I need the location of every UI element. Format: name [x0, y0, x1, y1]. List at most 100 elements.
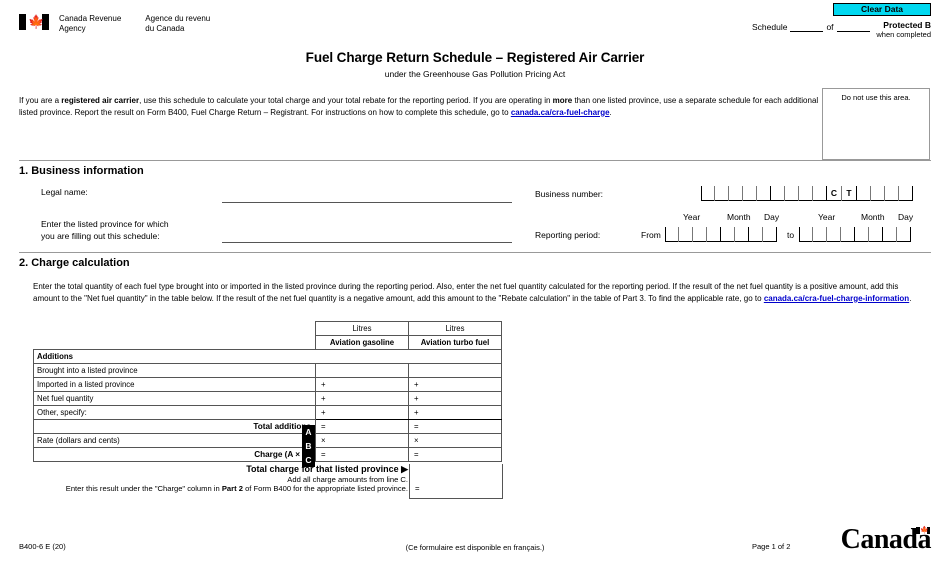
row-input-brought-into-gasoline[interactable]	[315, 363, 409, 378]
line-letter-b: B	[302, 439, 315, 453]
section-1-heading: 1. Business information	[19, 165, 144, 177]
total-charge-instruction: Enter this result under the "Charge" col…	[33, 484, 408, 493]
charge-turbo: =	[408, 447, 502, 462]
row-input-net-fuel-turbo[interactable]: +	[408, 391, 502, 406]
row-input-other-gasoline[interactable]: +	[315, 405, 409, 420]
from-day-label: Day	[764, 212, 780, 222]
rate-row: Rate (dollars and cents) × ×	[33, 433, 502, 448]
table-unit-header-row: Litres Litres	[34, 321, 502, 336]
to-year-label: Year	[818, 212, 836, 222]
intro-bold2: more	[552, 96, 573, 105]
table-column-header-row: Aviation gasoline Aviation turbo fuel	[34, 335, 502, 350]
cra-logo: 🍁 Canada Revenue Agency Agence du revenu…	[19, 14, 210, 33]
canada-wordmark-flag-icon: 🍁	[916, 526, 930, 534]
reporting-period-label: Reporting period:	[535, 230, 601, 240]
charge-row: Charge (A × B) = =	[33, 447, 502, 462]
section-2-instructions: Enter the total quantity of each fuel ty…	[33, 281, 913, 304]
total-charge-instruction-pre: Enter this result under the "Charge" col…	[65, 484, 222, 493]
total-charge-part2-bold: Part 2	[221, 484, 243, 493]
legal-name-label: Legal name:	[41, 187, 88, 197]
total-charge-label: Total charge for that listed province ▶	[246, 464, 408, 474]
protected-b-marker: Protected B when completed	[876, 20, 931, 39]
business-number-label: Business number:	[535, 189, 604, 199]
schedule-total-input[interactable]	[836, 22, 870, 32]
reporting-period-from-label: From	[641, 230, 661, 240]
protected-b-label: Protected B	[883, 20, 931, 30]
additions-section-row: Additions	[33, 349, 502, 364]
row-label-net-fuel-quantity: Net fuel quantity	[33, 391, 316, 406]
schedule-label: Schedule	[752, 22, 788, 32]
agency-name-en: Canada Revenue Agency	[59, 14, 122, 33]
from-month-label: Month	[727, 212, 751, 222]
province-input[interactable]	[222, 242, 512, 243]
do-not-use-label: Do not use this area.	[841, 93, 911, 102]
canada-wordmark: Canada 🍁	[841, 525, 932, 555]
total-additions-gasoline: =	[315, 419, 409, 434]
rate-input-turbo[interactable]: ×	[408, 433, 502, 448]
charge-label: Charge (A × B)	[33, 447, 316, 462]
total-additions-turbo: =	[408, 419, 502, 434]
table-row: Other, specify: + +	[33, 405, 502, 420]
to-month-label: Month	[861, 212, 885, 222]
total-charge-input[interactable]: =	[409, 464, 503, 499]
cra-fuel-charge-link[interactable]: canada.ca/cra-fuel-charge	[511, 108, 610, 117]
total-additions-row: Total additions = =	[33, 419, 502, 434]
row-input-imported-turbo[interactable]: +	[408, 377, 502, 392]
cra-fuel-charge-information-link[interactable]: canada.ca/cra-fuel-charge-information	[764, 294, 909, 303]
page-subtitle: under the Greenhouse Gas Pollution Prici…	[384, 69, 566, 79]
intro-bold1: registered air carrier	[61, 96, 140, 105]
rate-label: Rate (dollars and cents)	[33, 433, 316, 448]
row-label-other-specify[interactable]: Other, specify:	[33, 405, 316, 420]
section-2-heading: 2. Charge calculation	[19, 257, 130, 269]
total-charge-equals: =	[415, 484, 420, 493]
row-input-brought-into-turbo[interactable]	[408, 363, 502, 378]
column-header-aviation-turbo-fuel: Aviation turbo fuel	[408, 335, 502, 350]
row-label-brought-into: Brought into a listed province	[33, 363, 316, 378]
row-input-imported-gasoline[interactable]: +	[315, 377, 409, 392]
row-input-net-fuel-gasoline[interactable]: +	[315, 391, 409, 406]
section-2-divider: 2. Charge calculation	[19, 252, 931, 269]
intro-part1: If you are a	[19, 96, 62, 105]
schedule-of-label: of	[826, 22, 834, 32]
charge-calculation-table: Litres Litres Aviation gasoline Aviation…	[33, 321, 502, 462]
reporting-period-to-input[interactable]	[799, 227, 911, 242]
total-charge-note: Add all charge amounts from line C.	[287, 475, 408, 484]
total-charge-block: Total charge for that listed province ▶ …	[33, 464, 408, 493]
total-additions-label: Total additions	[33, 419, 316, 434]
intro-paragraph: If you are a registered air carrier, use…	[19, 95, 819, 118]
s2-para3-pre: Part 3. To find the applicable rate, go …	[622, 293, 764, 303]
s2-para3-post: .	[909, 293, 912, 303]
intro-part2: , use this schedule to calculate your to…	[139, 96, 553, 105]
total-charge-instruction-post: of Form B400 for the appropriate listed …	[242, 484, 408, 493]
province-label: Enter the listed province for which you …	[41, 219, 169, 241]
page-title: Fuel Charge Return Schedule – Registered…	[305, 50, 645, 65]
schedule-number-input[interactable]	[790, 22, 824, 32]
unit-header-turbo: Litres	[408, 321, 502, 336]
french-availability-note: (Ce formulaire est disponible en françai…	[405, 543, 545, 552]
page-number: Page 1 of 2	[752, 542, 790, 551]
legal-name-input[interactable]	[222, 202, 512, 203]
agency-name-fr: Agence du revenu du Canada	[145, 14, 211, 33]
page-number-text: Page 1 of 2	[752, 542, 791, 551]
table-row: Imported in a listed province + +	[33, 377, 502, 392]
schedule-number-field: Schedule of	[752, 22, 873, 32]
table-row: Net fuel quantity + +	[33, 391, 502, 406]
from-year-label: Year	[683, 212, 701, 222]
reporting-period-from-input[interactable]	[665, 227, 777, 242]
clear-data-button[interactable]: Clear Data	[833, 3, 931, 16]
unit-header-gasoline: Litres	[315, 321, 409, 336]
charge-gasoline: =	[315, 447, 409, 462]
business-number-input[interactable]: C T	[701, 186, 913, 201]
row-label-imported: Imported in a listed province	[33, 377, 316, 392]
to-day-label: Day	[898, 212, 914, 222]
s2-para1: Enter the total quantity of each fuel ty…	[33, 282, 763, 291]
bn-program-letter-c: C	[827, 186, 842, 201]
intro-part4: .	[609, 107, 612, 117]
bn-program-letter-t: T	[842, 186, 857, 201]
row-input-other-turbo[interactable]: +	[408, 405, 502, 420]
section-1-divider: 1. Business information	[19, 160, 931, 177]
table-row: Brought into a listed province	[33, 363, 502, 378]
do-not-use-area: Do not use this area.	[822, 88, 930, 160]
rate-input-gasoline[interactable]: ×	[315, 433, 409, 448]
additions-label: Additions	[33, 349, 502, 364]
